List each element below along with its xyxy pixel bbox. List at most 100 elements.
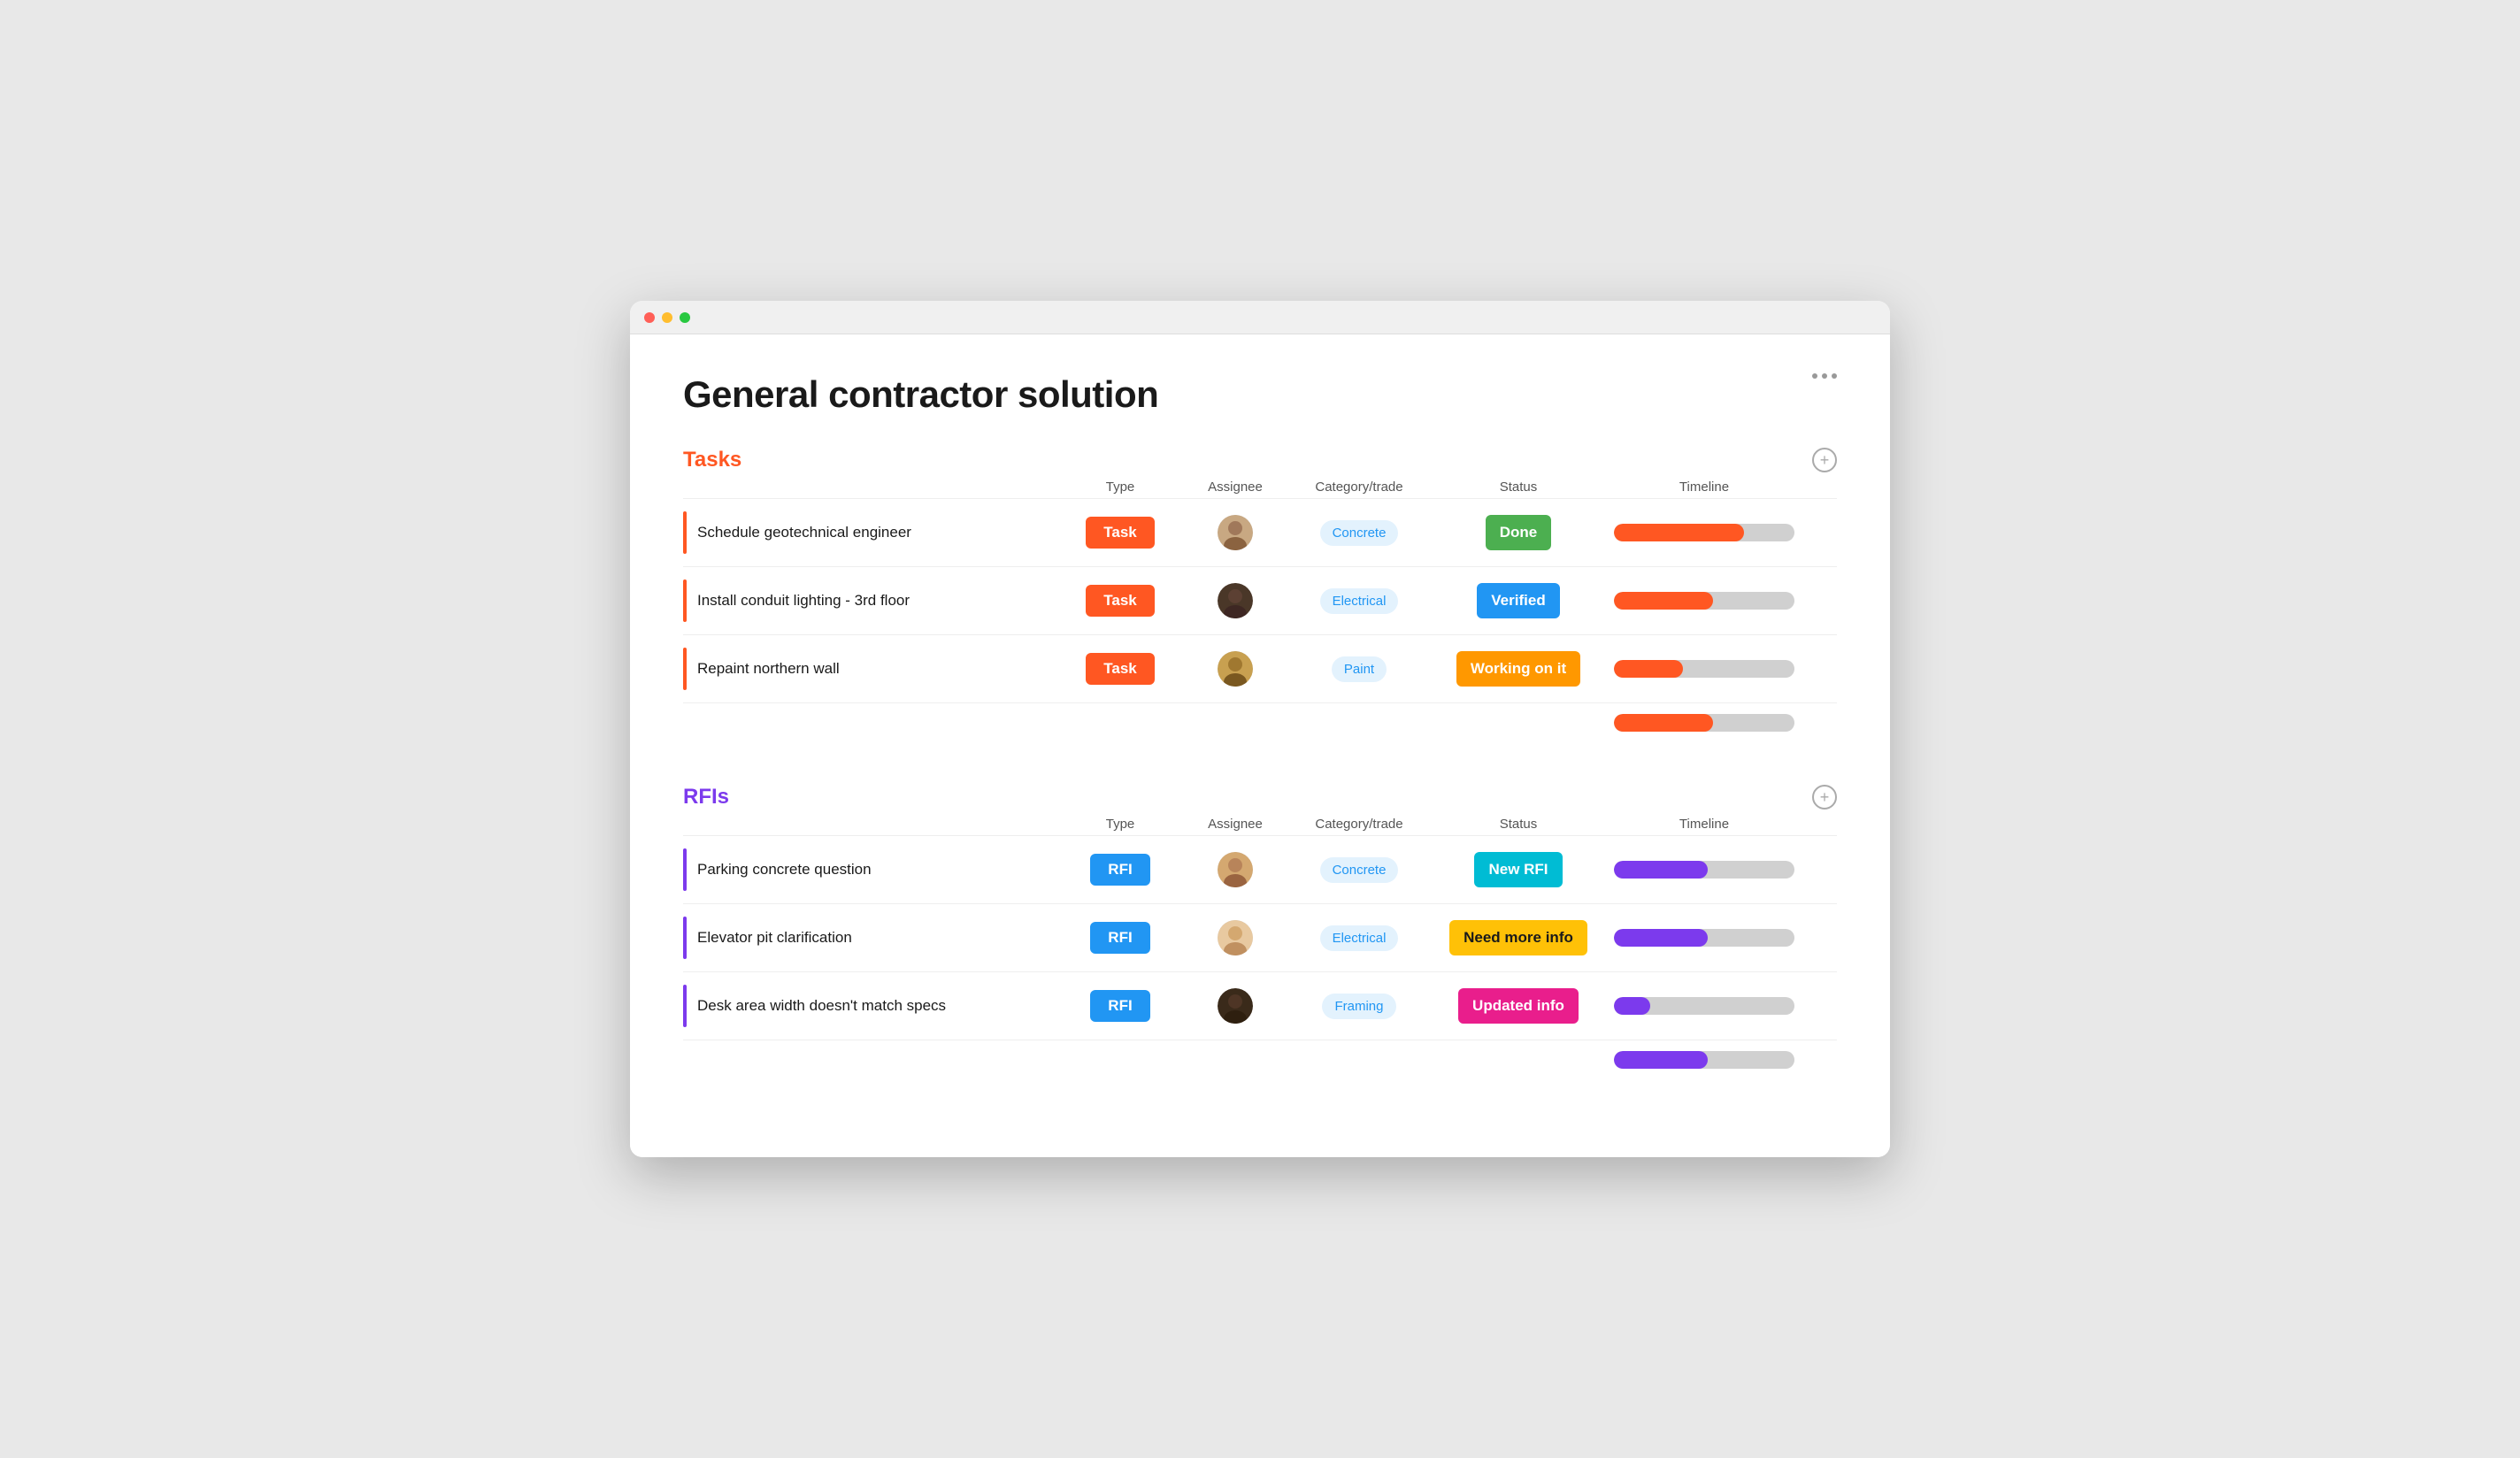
task-type-badge-1: Task bbox=[1086, 517, 1155, 549]
rfi-timeline-cell-1 bbox=[1607, 861, 1802, 879]
row-border-3 bbox=[683, 648, 687, 690]
more-menu-button[interactable] bbox=[1812, 373, 1837, 379]
table-row[interactable]: Parking concrete question RFI Con bbox=[683, 835, 1837, 903]
rfi-border-2 bbox=[683, 917, 687, 959]
rfi-category-3: Framing bbox=[1322, 994, 1395, 1019]
rfis-extra-fill bbox=[1614, 1051, 1708, 1069]
tasks-header-row: Tasks + bbox=[683, 448, 1837, 472]
table-row[interactable]: Desk area width doesn't match specs RFI bbox=[683, 971, 1837, 1040]
rfi-type-badge-2: RFI bbox=[1090, 922, 1149, 954]
rfi-type-cell-3: RFI bbox=[1058, 990, 1182, 1022]
rfi-timeline-fill-2 bbox=[1614, 929, 1708, 947]
rfi-category-cell-2: Electrical bbox=[1288, 925, 1430, 951]
task-type-badge-2: Task bbox=[1086, 585, 1155, 617]
task-category-cell-3: Paint bbox=[1288, 656, 1430, 682]
table-row[interactable]: Schedule geotechnical engineer Task bbox=[683, 498, 1837, 566]
table-row[interactable]: Elevator pit clarification RFI El bbox=[683, 903, 1837, 971]
tasks-col-name bbox=[697, 480, 1058, 495]
rfis-col-status: Status bbox=[1430, 817, 1607, 832]
rfi-timeline-cell-3 bbox=[1607, 997, 1802, 1015]
tasks-col-status: Status bbox=[1430, 480, 1607, 495]
task-timeline-cell-3 bbox=[1607, 660, 1802, 678]
tasks-col-extra bbox=[1802, 480, 1837, 495]
tasks-extra-bar bbox=[1614, 714, 1794, 732]
tasks-extra-fill bbox=[1614, 714, 1713, 732]
table-row[interactable]: Repaint northern wall Task Paint bbox=[683, 634, 1837, 702]
maximize-button[interactable] bbox=[680, 312, 690, 323]
rfi-name-cell-3: Desk area width doesn't match specs bbox=[683, 972, 1058, 1040]
tasks-extra-row bbox=[683, 702, 1837, 742]
rfi-type-cell-2: RFI bbox=[1058, 922, 1182, 954]
more-dot-2 bbox=[1822, 373, 1827, 379]
rfi-timeline-fill-3 bbox=[1614, 997, 1650, 1015]
rfi-border-1 bbox=[683, 848, 687, 891]
task-timeline-fill-1 bbox=[1614, 524, 1744, 541]
task-timeline-fill-3 bbox=[1614, 660, 1683, 678]
tasks-col-type: Type bbox=[1058, 480, 1182, 495]
task-status-cell-3: Working on it bbox=[1430, 651, 1607, 687]
row-border-2 bbox=[683, 579, 687, 622]
traffic-lights bbox=[644, 312, 690, 323]
tasks-col-headers: Type Assignee Category/trade Status Time… bbox=[683, 480, 1837, 495]
avatar-task-3 bbox=[1218, 651, 1253, 687]
rfis-col-extra bbox=[1802, 817, 1837, 832]
task-name-cell-3: Repaint northern wall bbox=[683, 635, 1058, 702]
app-window: General contractor solution Tasks + Type… bbox=[630, 301, 1890, 1157]
rfi-timeline-bar-2 bbox=[1614, 929, 1794, 947]
task-name-cell-1: Schedule geotechnical engineer bbox=[683, 499, 1058, 566]
task-status-badge-2: Verified bbox=[1477, 583, 1559, 618]
rfi-assignee-cell-3 bbox=[1182, 988, 1288, 1024]
task-timeline-cell-1 bbox=[1607, 524, 1802, 541]
rfis-extra-row bbox=[683, 1040, 1837, 1079]
task-category-3: Paint bbox=[1332, 656, 1387, 682]
task-category-cell-2: Electrical bbox=[1288, 588, 1430, 614]
rfi-name-cell-1: Parking concrete question bbox=[683, 836, 1058, 903]
rfi-timeline-bar-1 bbox=[1614, 861, 1794, 879]
close-button[interactable] bbox=[644, 312, 655, 323]
task-category-2: Electrical bbox=[1320, 588, 1399, 614]
main-content: General contractor solution Tasks + Type… bbox=[630, 334, 1890, 1157]
avatar-rfi-3 bbox=[1218, 988, 1253, 1024]
table-row[interactable]: Install conduit lighting - 3rd floor Tas… bbox=[683, 566, 1837, 634]
rfi-border-3 bbox=[683, 985, 687, 1027]
rfi-category-cell-3: Framing bbox=[1288, 994, 1430, 1019]
row-border-1 bbox=[683, 511, 687, 554]
avatar-task-1 bbox=[1218, 515, 1253, 550]
rfi-status-cell-1: New RFI bbox=[1430, 852, 1607, 887]
rfi-timeline-fill-1 bbox=[1614, 861, 1708, 879]
rfis-section-title: RFIs bbox=[683, 785, 729, 810]
rfi-status-badge-1: New RFI bbox=[1474, 852, 1562, 887]
task-assignee-cell-1 bbox=[1182, 515, 1288, 550]
rfi-name-cell-2: Elevator pit clarification bbox=[683, 904, 1058, 971]
minimize-button[interactable] bbox=[662, 312, 672, 323]
task-name-2: Install conduit lighting - 3rd floor bbox=[697, 592, 910, 610]
rfis-section: RFIs + Type Assignee Category/trade Stat… bbox=[683, 785, 1837, 1079]
task-status-cell-1: Done bbox=[1430, 515, 1607, 550]
rfi-timeline-cell-2 bbox=[1607, 929, 1802, 947]
rfi-type-cell-1: RFI bbox=[1058, 854, 1182, 886]
rfi-assignee-cell-1 bbox=[1182, 852, 1288, 887]
titlebar bbox=[630, 301, 1890, 334]
task-type-cell-3: Task bbox=[1058, 653, 1182, 685]
task-timeline-bar-2 bbox=[1614, 592, 1794, 610]
tasks-col-category: Category/trade bbox=[1288, 480, 1430, 495]
rfi-status-badge-2: Need more info bbox=[1449, 920, 1587, 955]
rfi-category-1: Concrete bbox=[1320, 857, 1399, 883]
avatar-task-2 bbox=[1218, 583, 1253, 618]
task-status-badge-3: Working on it bbox=[1456, 651, 1580, 687]
tasks-add-button[interactable]: + bbox=[1812, 448, 1837, 472]
rfi-timeline-bar-3 bbox=[1614, 997, 1794, 1015]
rfis-add-button[interactable]: + bbox=[1812, 785, 1837, 810]
rfi-name-2: Elevator pit clarification bbox=[697, 929, 852, 947]
task-timeline-fill-2 bbox=[1614, 592, 1713, 610]
task-status-badge-1: Done bbox=[1486, 515, 1552, 550]
rfi-name-3: Desk area width doesn't match specs bbox=[697, 997, 946, 1015]
rfis-extra-bar bbox=[1614, 1051, 1794, 1069]
rfis-extra-spacer bbox=[683, 1051, 1607, 1069]
rfis-col-timeline: Timeline bbox=[1607, 817, 1802, 832]
more-dot-1 bbox=[1812, 373, 1817, 379]
task-type-badge-3: Task bbox=[1086, 653, 1155, 685]
tasks-section-title: Tasks bbox=[683, 448, 741, 472]
task-assignee-cell-3 bbox=[1182, 651, 1288, 687]
rfis-col-name bbox=[697, 817, 1058, 832]
